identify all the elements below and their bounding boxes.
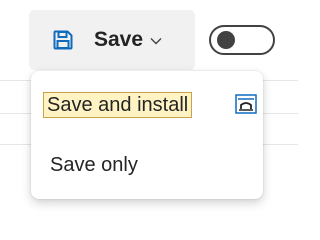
chevron-down-icon[interactable]	[150, 37, 162, 45]
toggle-knob	[217, 31, 235, 49]
menu-item-label: Save only	[50, 154, 138, 176]
menu-item-label: Save and install	[43, 92, 193, 118]
toggle-switch[interactable]	[209, 25, 275, 55]
install-icon	[235, 94, 257, 114]
menu-item-save-only[interactable]: Save only	[31, 143, 263, 185]
save-button[interactable]: Save	[29, 10, 195, 70]
save-dropdown-menu: Save and install Save only	[31, 71, 263, 199]
save-button-label: Save	[94, 28, 144, 51]
save-icon	[53, 30, 73, 50]
menu-item-save-and-install[interactable]: Save and install	[31, 85, 263, 127]
